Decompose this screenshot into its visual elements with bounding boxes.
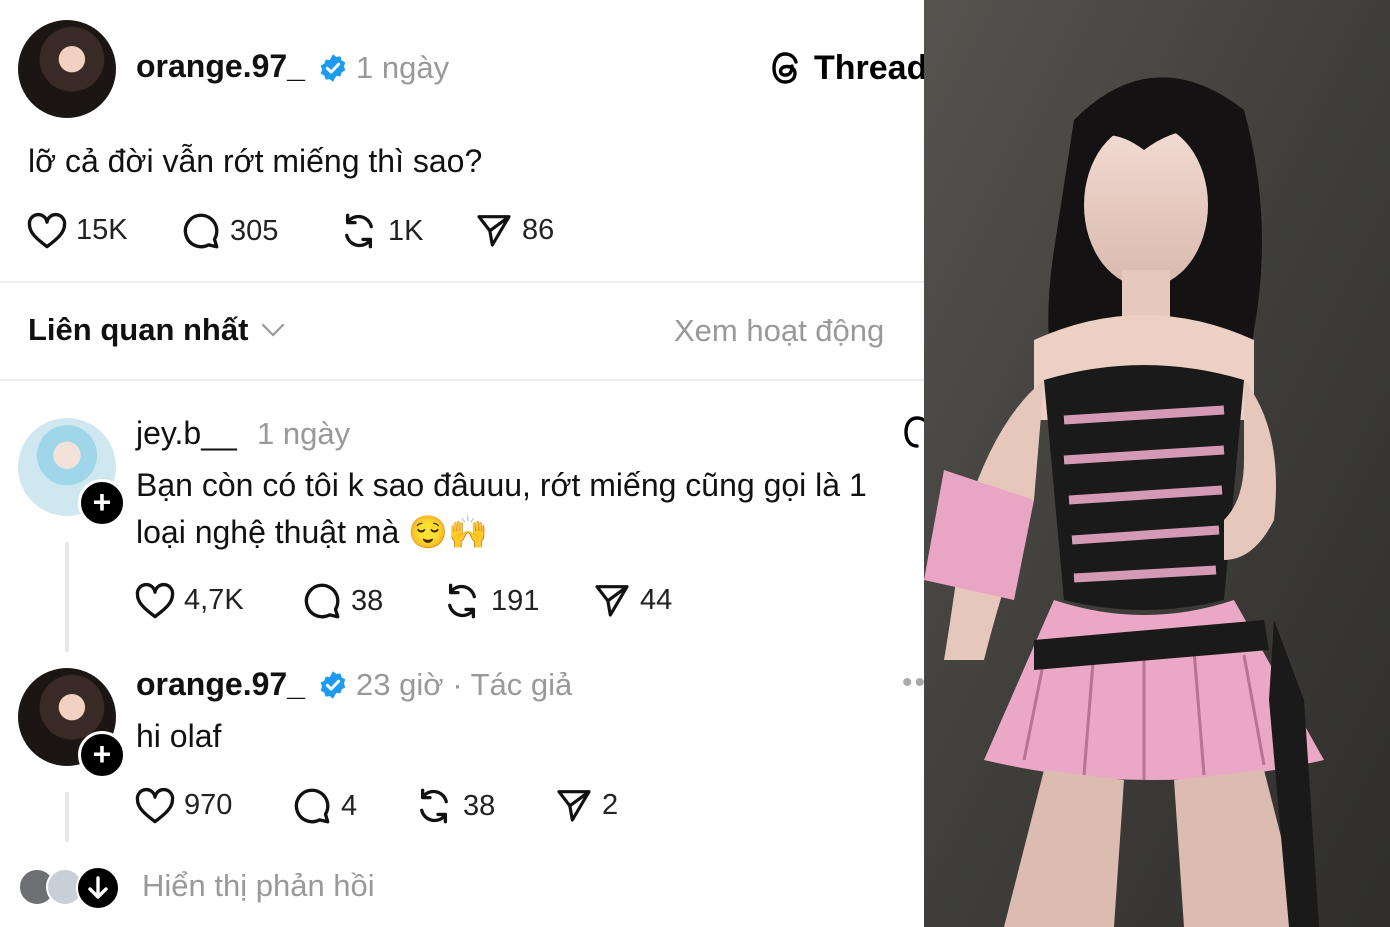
- comment-button[interactable]: 38: [301, 580, 383, 622]
- reply-text-line2: loại nghệ thuật mà 😌🙌: [136, 514, 488, 550]
- author-tag: Tác giả: [470, 667, 573, 702]
- reply-username[interactable]: jey.b__: [136, 415, 237, 452]
- replier-avatars: [18, 866, 120, 910]
- like-count: 4,7K: [184, 583, 244, 616]
- repost-icon: [420, 788, 448, 824]
- repost-count: 1K: [388, 214, 424, 247]
- comment-button[interactable]: 305: [180, 210, 278, 252]
- chevron-down-icon: [262, 323, 285, 337]
- follow-plus-button[interactable]: +: [78, 479, 126, 527]
- heart-icon: [135, 787, 175, 824]
- comment-icon: [304, 583, 340, 619]
- person-photo: [924, 0, 1390, 927]
- reply-text-line1: Bạn còn có tôi k sao đâuuu, rớt miếng cũ…: [136, 467, 867, 503]
- repost-button[interactable]: 38: [413, 785, 495, 827]
- repost-count: 38: [463, 789, 496, 822]
- more-options-icon[interactable]: ••: [902, 668, 924, 698]
- like-button[interactable]: 970: [134, 785, 232, 825]
- verified-badge-icon: [318, 53, 348, 88]
- like-count: 970: [184, 788, 233, 821]
- like-button[interactable]: 4,7K: [134, 580, 244, 620]
- photo-panel: [924, 0, 1390, 927]
- comment-icon: [183, 213, 219, 249]
- heart-icon: [135, 582, 175, 619]
- share-button[interactable]: 2: [554, 785, 618, 825]
- reply-time: 1 ngày: [257, 416, 351, 451]
- share-count: 44: [640, 583, 673, 616]
- threads-logo-icon: [902, 412, 924, 457]
- repost-button[interactable]: 191: [441, 580, 539, 622]
- post-username[interactable]: orange.97_: [136, 48, 305, 85]
- threads-logo[interactable]: Thread: [770, 48, 924, 88]
- comment-count: 305: [230, 214, 279, 247]
- verified-badge-icon: [318, 670, 348, 705]
- thread-connector-line: [65, 542, 69, 652]
- send-icon: [477, 215, 511, 247]
- share-button[interactable]: 86: [474, 210, 554, 250]
- follow-plus-button[interactable]: +: [78, 731, 126, 779]
- threads-brand-text: Thread: [814, 48, 924, 87]
- reply-time: 23 giờ: [356, 667, 444, 702]
- thread-connector-line: [65, 792, 69, 842]
- share-button[interactable]: 44: [592, 580, 672, 620]
- send-icon: [557, 790, 591, 822]
- divider: [0, 281, 924, 283]
- sort-dropdown[interactable]: Liên quan nhất: [28, 312, 286, 348]
- comment-count: 38: [351, 584, 384, 617]
- comment-count: 4: [341, 789, 358, 822]
- post-time: 1 ngày: [356, 50, 450, 85]
- share-count: 2: [602, 788, 619, 821]
- repost-icon: [448, 583, 476, 619]
- reply-meta: 23 giờ · Tác giả: [356, 667, 572, 703]
- sort-label: Liên quan nhất: [28, 312, 249, 347]
- heart-icon: [27, 212, 67, 249]
- reply-text: hi olaf: [136, 718, 222, 754]
- threads-logo-icon: [772, 52, 798, 84]
- repost-button[interactable]: 1K: [338, 210, 423, 252]
- meta-separator: ·: [452, 667, 463, 702]
- author-avatar[interactable]: [18, 20, 116, 118]
- expand-replies-icon[interactable]: [76, 866, 120, 910]
- like-button[interactable]: 15K: [26, 210, 128, 250]
- share-count: 86: [522, 213, 555, 246]
- comment-icon: [294, 788, 330, 824]
- like-count: 15K: [76, 213, 128, 246]
- send-icon: [595, 585, 629, 617]
- reply-username[interactable]: orange.97_: [136, 666, 305, 703]
- view-activity-link[interactable]: Xem hoạt động: [674, 313, 884, 349]
- comment-button[interactable]: 4: [291, 785, 357, 827]
- threads-panel: orange.97_ 1 ngày Thread lỡ cả đời vẫn r…: [0, 0, 924, 927]
- divider: [0, 379, 924, 381]
- repost-icon: [345, 213, 373, 249]
- repost-count: 191: [491, 584, 540, 617]
- post-text: lỡ cả đời vẫn rớt miếng thì sao?: [28, 143, 483, 179]
- show-replies-link[interactable]: Hiển thị phản hồi: [142, 868, 375, 904]
